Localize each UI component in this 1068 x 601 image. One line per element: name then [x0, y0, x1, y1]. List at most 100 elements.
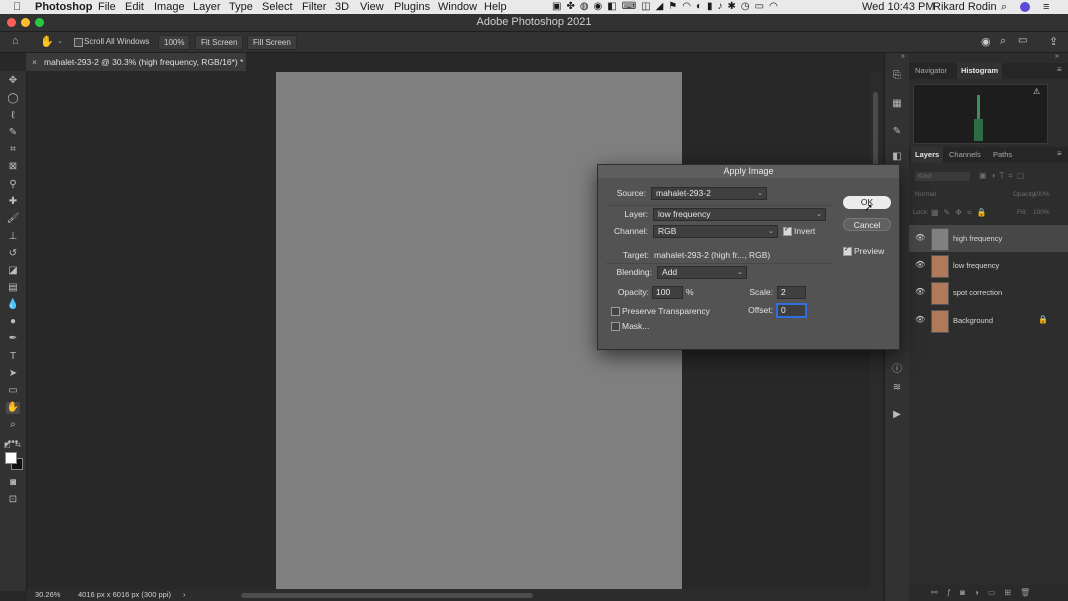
kind-filter-select[interactable]: Kind: [915, 172, 970, 181]
rectangle-tool-icon[interactable]: ▭: [6, 385, 20, 397]
menu-layer[interactable]: Layer: [193, 0, 221, 14]
channel-select[interactable]: RGB ⌄: [653, 225, 778, 238]
fit-screen-button[interactable]: Fit Screen: [195, 35, 244, 50]
status-icons[interactable]: ▣✤◍◉◧⌨◫◢⚑◠◐▮♪✱◷▭◠: [552, 0, 783, 14]
quick-select-tool-icon[interactable]: ✎: [6, 127, 20, 139]
brush-tool-icon[interactable]: 🖌: [6, 213, 20, 225]
hand-tool-icon-active[interactable]: ✋: [6, 402, 20, 414]
layer-select[interactable]: low frequency ⌄: [653, 208, 826, 221]
actions-play-icon[interactable]: ▶: [890, 409, 904, 421]
menu-select[interactable]: Select: [262, 0, 293, 14]
gradient-tool-icon[interactable]: ▤: [6, 282, 20, 294]
invert-label[interactable]: Invert: [794, 225, 815, 237]
default-colors-icon[interactable]: ◩: [4, 441, 11, 449]
lasso-tool-icon[interactable]: ℓ: [6, 110, 20, 122]
pen-tool-icon[interactable]: ✒: [6, 333, 20, 345]
menu-filter[interactable]: Filter: [302, 0, 326, 14]
adjustments-panel-icon[interactable]: ≋: [890, 382, 904, 394]
layers-panel-menu-icon[interactable]: ≡: [1057, 149, 1062, 158]
zoom-tool-icon[interactable]: ⌕: [6, 419, 20, 431]
user-name[interactable]: Rikard Rodin: [933, 0, 997, 14]
info-panel-icon[interactable]: ⓘ: [890, 364, 904, 376]
path-select-icon[interactable]: ➤: [6, 368, 20, 380]
menu-type[interactable]: Type: [229, 0, 253, 14]
visibility-eye-icon[interactable]: 👁: [915, 287, 925, 296]
menu-edit[interactable]: Edit: [125, 0, 144, 14]
status-menu-arrow[interactable]: ›: [183, 589, 186, 601]
warning-icon[interactable]: ⚠: [1033, 87, 1040, 96]
share-user-icon[interactable]: ◉: [981, 35, 991, 48]
quick-mask-icon[interactable]: ◙: [6, 477, 20, 489]
marquee-tool-icon[interactable]: ◯: [6, 93, 20, 105]
healing-brush-icon[interactable]: ✚: [6, 196, 20, 208]
visibility-eye-icon[interactable]: 👁: [915, 233, 925, 242]
tab-channels[interactable]: Channels: [945, 147, 985, 163]
eyedropper-tool-icon[interactable]: ⚲: [6, 179, 20, 191]
apple-icon[interactable]: : [13, 0, 21, 14]
horizontal-scroll-thumb[interactable]: [241, 593, 533, 598]
foreground-color-swatch[interactable]: [5, 452, 17, 464]
search-icon[interactable]: ⌕: [1000, 35, 1006, 48]
mask-checkbox[interactable]: [611, 322, 620, 331]
layer-row-high-frequency[interactable]: 👁 high frequency: [909, 225, 1068, 252]
frame-tool-icon[interactable]: ⊠: [6, 161, 20, 173]
layer-row-spot-correction[interactable]: 👁 spot correction: [909, 279, 1068, 306]
history-panel-icon[interactable]: ⎘: [890, 70, 904, 82]
layer-row-low-frequency[interactable]: 👁 low frequency: [909, 252, 1068, 279]
panel-menu-icon[interactable]: ≡: [1057, 65, 1062, 74]
filter-icons[interactable]: ▣◑T⌗▢: [979, 171, 1028, 181]
menu-plugins[interactable]: Plugins: [394, 0, 430, 14]
fill-value[interactable]: 100%: [1033, 209, 1050, 216]
offset-input[interactable]: 0: [777, 304, 806, 317]
hand-tool-icon[interactable]: ✋: [40, 35, 54, 48]
clock[interactable]: Wed 10:43 PM: [862, 0, 935, 14]
layers-footer-icons[interactable]: ⚯ƒ◙◑▭⊞🗑: [909, 585, 1068, 601]
close-window-button[interactable]: [7, 18, 16, 27]
eraser-tool-icon[interactable]: ◪: [6, 265, 20, 277]
libraries-panel-icon[interactable]: ◧: [890, 151, 904, 163]
visibility-eye-icon[interactable]: 👁: [915, 315, 925, 324]
history-brush-icon[interactable]: ↺: [6, 248, 20, 260]
control-center-icon[interactable]: ≡: [1043, 0, 1049, 14]
preserve-transparency-label[interactable]: Preserve Transparency: [622, 305, 710, 317]
collapse-panels-icon[interactable]: »: [1055, 53, 1059, 60]
opacity-input[interactable]: 100: [652, 286, 683, 299]
opacity-value[interactable]: 100%: [1033, 191, 1050, 198]
close-tab-icon[interactable]: ×: [32, 53, 37, 71]
cancel-button[interactable]: Cancel: [843, 218, 891, 231]
chevron-down-icon[interactable]: ⌄: [57, 37, 63, 45]
swap-colors-icon[interactable]: ⇆: [15, 441, 21, 449]
screen-mode-icon[interactable]: ⊡: [6, 494, 20, 506]
tab-layers[interactable]: Layers: [911, 147, 944, 163]
layer-row-background[interactable]: 👁 Background 🔒: [909, 307, 1068, 334]
siri-icon[interactable]: [1020, 2, 1030, 12]
zoom-level[interactable]: 30.26%: [35, 589, 60, 601]
blur-tool-icon[interactable]: 💧: [6, 299, 20, 311]
menu-view[interactable]: View: [360, 0, 384, 14]
fill-screen-button[interactable]: Fill Screen: [247, 35, 297, 50]
scroll-all-checkbox[interactable]: [74, 38, 83, 47]
menu-app-photoshop[interactable]: Photoshop: [35, 0, 92, 14]
share-icon[interactable]: ⇪: [1049, 35, 1058, 48]
brushes-panel-icon[interactable]: ✎: [890, 126, 904, 138]
minimize-window-button[interactable]: [21, 18, 30, 27]
move-tool-icon[interactable]: ✥: [6, 75, 20, 87]
mask-label[interactable]: Mask...: [622, 320, 649, 332]
scale-input[interactable]: 2: [777, 286, 806, 299]
menu-file[interactable]: File: [98, 0, 116, 14]
type-tool-icon[interactable]: T: [6, 351, 20, 363]
preserve-transparency-checkbox[interactable]: [611, 307, 620, 316]
lock-icons[interactable]: ▦✎✥⌗🔒: [931, 208, 991, 218]
blending-select[interactable]: Add ⌄: [657, 266, 747, 279]
menu-3d[interactable]: 3D: [335, 0, 349, 14]
tab-histogram[interactable]: Histogram: [957, 63, 1003, 79]
menu-help[interactable]: Help: [484, 0, 507, 14]
swatches-panel-icon[interactable]: ▦: [890, 98, 904, 110]
collapse-dock-icon[interactable]: »: [901, 53, 905, 60]
tab-navigator[interactable]: Navigator: [911, 63, 951, 79]
visibility-eye-icon[interactable]: 👁: [915, 260, 925, 269]
doc-dimensions[interactable]: 4016 px x 6016 px (300 ppi): [78, 589, 171, 601]
preview-checkbox[interactable]: [843, 245, 852, 256]
dodge-tool-icon[interactable]: ●: [6, 316, 20, 328]
workspace-icon[interactable]: ▭: [1018, 35, 1027, 46]
